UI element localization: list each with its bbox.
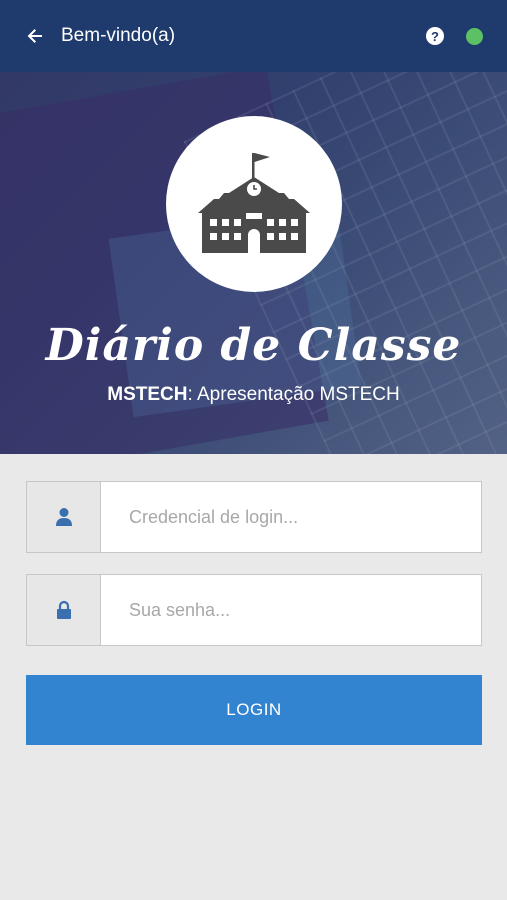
connection-status-indicator	[466, 27, 483, 45]
help-icon[interactable]: ?	[426, 27, 444, 45]
login-button[interactable]: LOGIN	[26, 675, 482, 745]
app-name: Diário de Classe	[45, 320, 462, 371]
school-description: Apresentação MSTECH	[197, 384, 400, 405]
password-field	[26, 574, 482, 646]
lock-icon	[56, 600, 71, 619]
login-field	[26, 481, 482, 553]
school-building-icon	[198, 153, 310, 253]
app-logo	[166, 116, 342, 292]
app-header: Bem-vindo(a) ?	[0, 0, 507, 72]
school-subtitle: MSTECH: Apresentação MSTECH	[0, 384, 507, 406]
back-button[interactable]	[24, 25, 46, 47]
login-credential-input[interactable]	[101, 482, 481, 552]
arrow-left-icon	[27, 29, 42, 43]
user-icon	[55, 508, 72, 526]
password-input[interactable]	[101, 575, 481, 645]
org-name: MSTECH	[107, 384, 188, 405]
subtitle-separator: :	[187, 384, 197, 405]
hero-banner: Diário de Classe MSTECH: Apresentação MS…	[0, 72, 507, 454]
page-title: Bem-vindo(a)	[61, 25, 176, 46]
